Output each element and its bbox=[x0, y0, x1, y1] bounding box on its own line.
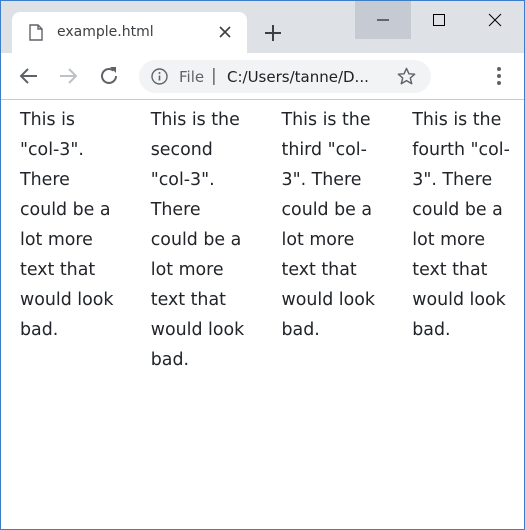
maximize-icon bbox=[433, 14, 445, 26]
address-bar[interactable]: File | C:/Users/tanne/D... bbox=[139, 60, 431, 93]
col-3-first: This is "col-3". There could be a lot mo… bbox=[20, 110, 114, 340]
page-viewport: This is "col-3". There could be a lot mo… bbox=[1, 101, 524, 529]
minimize-icon bbox=[377, 19, 389, 21]
col-3-second: This is the second "col-3". There could … bbox=[150, 110, 245, 370]
maximize-button[interactable] bbox=[411, 1, 467, 39]
close-window-button[interactable] bbox=[467, 1, 523, 39]
vertical-dots-menu-icon[interactable] bbox=[488, 65, 510, 87]
bookmark-star-icon[interactable] bbox=[397, 67, 416, 86]
toolbar: File | C:/Users/tanne/D... bbox=[1, 53, 524, 100]
back-arrow-icon[interactable] bbox=[18, 65, 40, 87]
page-icon bbox=[29, 24, 43, 41]
minimize-button[interactable] bbox=[355, 1, 411, 39]
scheme-separator: | bbox=[211, 66, 217, 86]
col-3-fourth: This is the fourth "col-3". There could … bbox=[412, 110, 510, 340]
scheme-label: File bbox=[179, 68, 205, 86]
tab-example-html[interactable]: example.html bbox=[12, 12, 247, 53]
new-tab-plus-icon[interactable] bbox=[263, 23, 283, 43]
tab-close-icon[interactable] bbox=[217, 24, 233, 40]
title-bar: example.html bbox=[1, 1, 524, 53]
content-row: This is "col-3". There could be a lot mo… bbox=[1, 101, 524, 375]
browser-window: example.html File | C:/Users/tanne/D... … bbox=[0, 0, 525, 530]
info-icon[interactable] bbox=[151, 68, 168, 85]
close-icon bbox=[488, 13, 502, 27]
url-text[interactable]: C:/Users/tanne/D... bbox=[227, 68, 369, 86]
tab-title: example.html bbox=[57, 24, 154, 40]
col-3-third: This is the third "col-3". There could b… bbox=[281, 110, 375, 340]
reload-icon[interactable] bbox=[98, 65, 120, 87]
forward-arrow-icon[interactable] bbox=[57, 65, 79, 87]
